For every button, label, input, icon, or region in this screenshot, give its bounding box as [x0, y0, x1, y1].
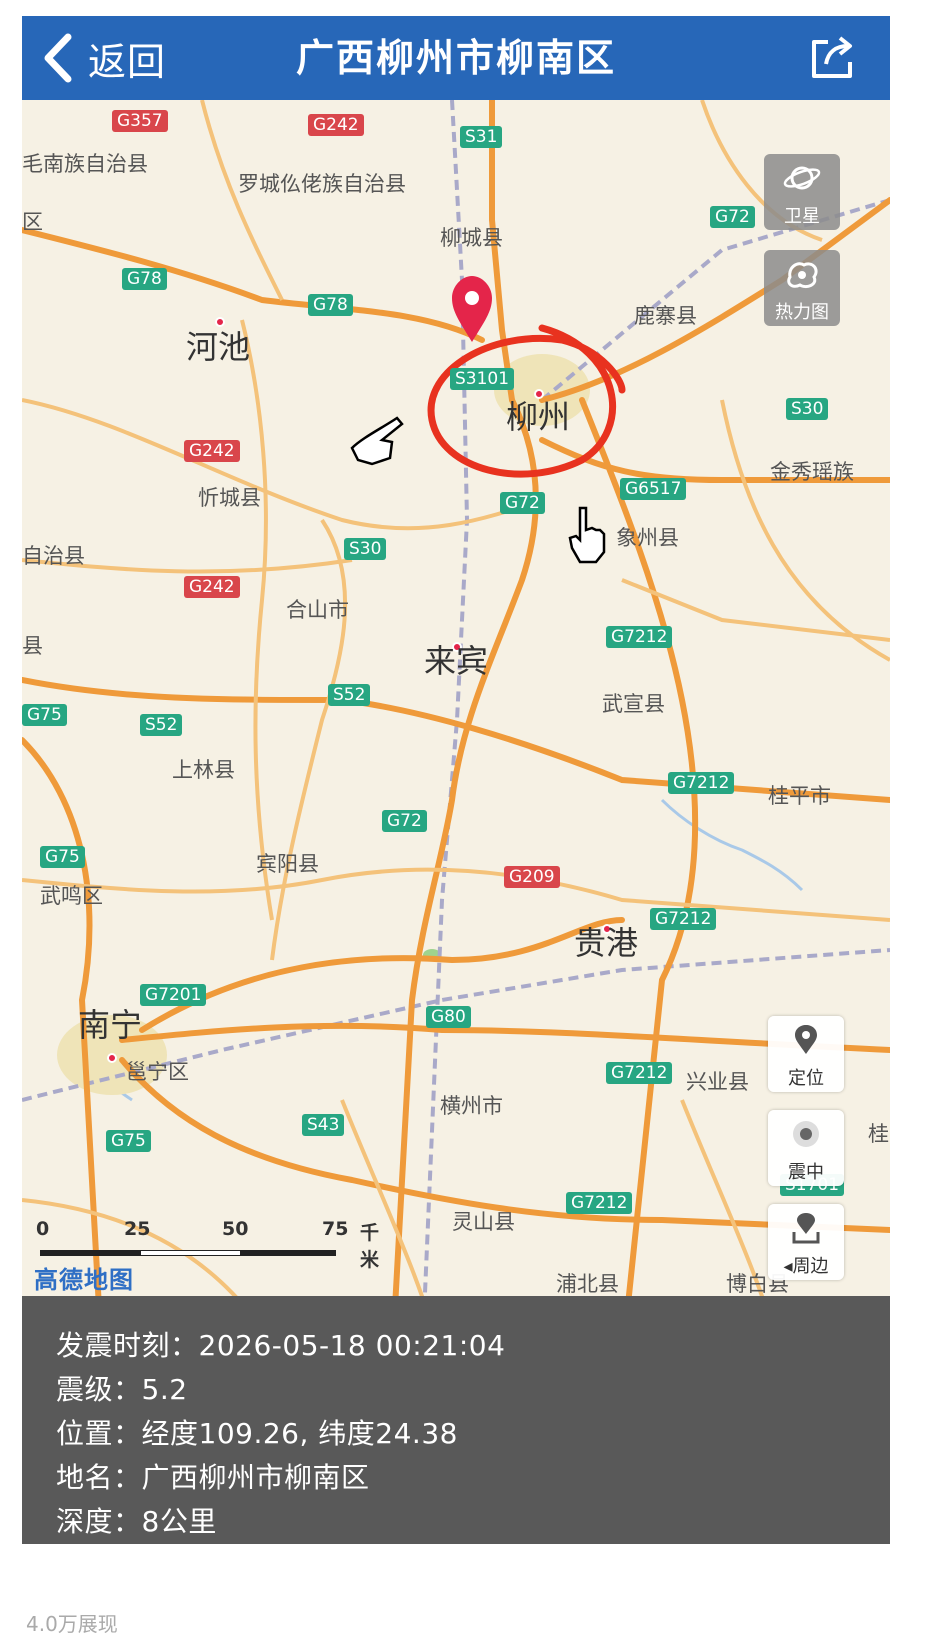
- route-shield: G80: [426, 1006, 471, 1028]
- place-label: 浦北县: [556, 1272, 619, 1296]
- route-shield: S52: [140, 714, 183, 736]
- place-label: 灵山县: [452, 1210, 515, 1234]
- satellite-label: 卫星: [784, 206, 820, 227]
- route-shield: S30: [786, 398, 829, 420]
- city-label: 来宾: [424, 642, 489, 680]
- share-button[interactable]: [806, 30, 860, 84]
- city-label: 贵港: [574, 924, 639, 962]
- hand-pointer-icon: [350, 416, 404, 466]
- route-shield: G6517: [620, 478, 687, 500]
- route-shield: G357: [112, 110, 168, 132]
- epicenter-button[interactable]: 震中: [768, 1110, 844, 1186]
- epicenter-label: 震中: [788, 1162, 824, 1183]
- city-label: 河池: [186, 328, 251, 366]
- route-shield: G75: [22, 704, 67, 726]
- place-label: 宾阳县: [256, 852, 319, 876]
- place-label: 武宣县: [602, 692, 665, 716]
- place-label: 毛南族自治县: [22, 152, 148, 176]
- place-label: 柳城县: [440, 226, 503, 250]
- route-shield: G78: [308, 294, 353, 316]
- scale-tick: 25: [124, 1218, 151, 1240]
- heatmap-icon: [764, 250, 840, 298]
- place-label: 区: [22, 210, 43, 234]
- scale-tick: 75: [322, 1218, 349, 1240]
- hand-cursor-icon: [568, 506, 606, 564]
- place-label: 县: [22, 634, 43, 658]
- place-label: 鹿寨县: [634, 304, 697, 328]
- route-shield: G242: [308, 114, 364, 136]
- route-shield: G75: [106, 1130, 151, 1152]
- heatmap-label: 热力图: [775, 302, 829, 323]
- route-shield: G242: [184, 440, 240, 462]
- place-label: 上林县: [172, 758, 235, 782]
- city-label: 南宁: [78, 1006, 143, 1044]
- place-label: 兴业县: [686, 1070, 749, 1094]
- target-icon: [768, 1110, 844, 1158]
- quake-info-panel: 发震时刻：2026-05-18 00:21:04 震级：5.2 位置：经度109…: [22, 1296, 890, 1544]
- place-label: 忻城县: [198, 486, 261, 510]
- scale-unit: 千米: [360, 1222, 380, 1271]
- route-shield: G7212: [668, 772, 735, 794]
- planet-icon: [764, 154, 840, 202]
- route-shield: S30: [344, 538, 387, 560]
- place-label: 金秀瑶族: [770, 460, 854, 484]
- nearby-label: ◂周边: [783, 1256, 829, 1277]
- route-shield: S43: [302, 1114, 345, 1136]
- route-shield: G7201: [140, 984, 207, 1006]
- page-title: 广西柳州市柳南区: [295, 36, 616, 80]
- route-shield: G72: [710, 206, 755, 228]
- city-label: 柳州: [506, 398, 571, 436]
- place-label: 横州市: [440, 1094, 503, 1118]
- route-shield: G7212: [566, 1192, 633, 1214]
- share-icon: [812, 36, 852, 78]
- route-shield: G7212: [606, 626, 673, 648]
- locate-button[interactable]: 定位: [768, 1016, 844, 1092]
- map-view[interactable]: G357 G242 S31 G72 G78 G78 S3101 S30 G242 G6517 G72…: [22, 100, 890, 1362]
- nearby-icon: [768, 1204, 844, 1252]
- route-shield: S31: [460, 126, 503, 148]
- route-shield: G78: [122, 268, 167, 290]
- scale-tick: 50: [222, 1218, 249, 1240]
- info-location: 位置：经度109.26, 纬度24.38: [56, 1417, 458, 1450]
- amap-logo: 高德地图: [34, 1266, 134, 1294]
- locate-label: 定位: [788, 1068, 824, 1089]
- views-count: 4.0万展现: [26, 1612, 118, 1636]
- info-depth: 深度：8公里: [56, 1505, 217, 1538]
- top-nav-bar: 返回 广西柳州市柳南区: [22, 16, 890, 100]
- place-label: 罗城仫佬族自治县: [238, 172, 406, 196]
- route-shield: G72: [382, 810, 427, 832]
- route-shield: S52: [328, 684, 371, 706]
- route-shield: G75: [40, 846, 85, 868]
- info-place-name: 地名：广西柳州市柳南区: [56, 1461, 370, 1494]
- route-shield: G7212: [606, 1062, 673, 1084]
- place-label: 象州县: [616, 526, 679, 550]
- route-shield: S3101: [450, 368, 515, 390]
- route-shield: G72: [500, 492, 545, 514]
- place-label: 邕宁区: [126, 1060, 189, 1084]
- nearby-button[interactable]: ◂周边: [768, 1204, 844, 1280]
- phone-screen: 返回 广西柳州市柳南区 G357 G242 S31 G72 G78 G78 S3…: [22, 16, 890, 1604]
- place-label: 合山市: [286, 598, 349, 622]
- scale-tick: 0: [36, 1218, 50, 1240]
- heatmap-button[interactable]: 热力图: [764, 250, 840, 326]
- info-magnitude: 震级：5.2: [56, 1373, 188, 1406]
- info-time: 发震时刻：2026-05-18 00:21:04: [56, 1329, 506, 1362]
- route-shield: G209: [504, 866, 560, 888]
- satellite-button[interactable]: 卫星: [764, 154, 840, 230]
- location-pin-icon: [768, 1016, 844, 1064]
- place-label: 桂: [868, 1122, 889, 1146]
- place-label: 自治县: [22, 544, 85, 568]
- route-shield: G242: [184, 576, 240, 598]
- place-label: 桂平市: [768, 784, 831, 808]
- route-shield: G7212: [650, 908, 717, 930]
- place-label: 武鸣区: [40, 884, 103, 908]
